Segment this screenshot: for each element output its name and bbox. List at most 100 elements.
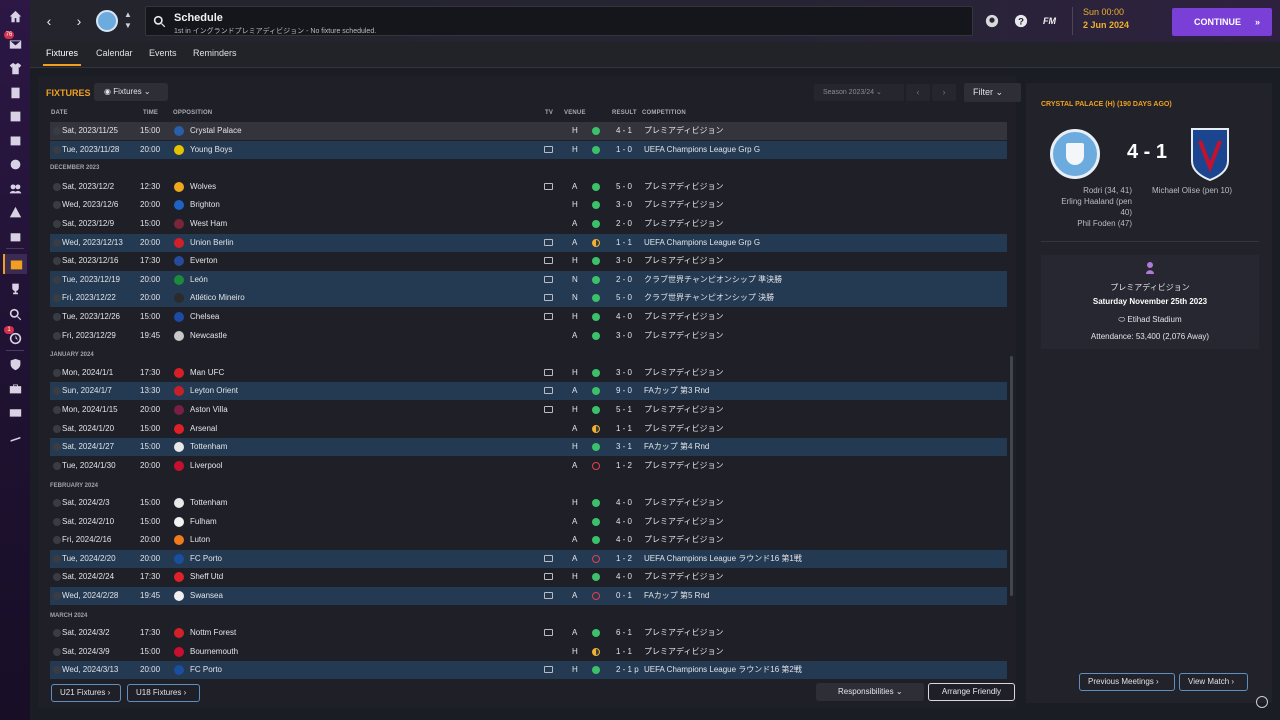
table-row[interactable]: Sat, 2023/12/16 17:30 Everton H 3 - 0 プレミアディビ… bbox=[50, 252, 1007, 270]
fixture-opponent[interactable]: West Ham bbox=[190, 215, 227, 233]
help-icon[interactable]: ? bbox=[1014, 14, 1028, 28]
col-venue[interactable]: VENUE bbox=[564, 110, 586, 116]
fixture-opponent[interactable]: Newcastle bbox=[190, 327, 227, 345]
arrange-friendly-button[interactable]: Arrange Friendly bbox=[928, 683, 1015, 701]
table-row[interactable]: Tue, 2024/1/30 20:00 Liverpool A 1 - 2 プレミアディ… bbox=[50, 457, 1007, 475]
col-time[interactable]: TIME bbox=[143, 110, 158, 116]
fixture-opponent[interactable]: FC Porto bbox=[190, 550, 222, 568]
fixture-competition[interactable]: プレミアディビジョン bbox=[644, 364, 723, 382]
fixture-competition[interactable]: プレミアディビジョン bbox=[644, 531, 723, 549]
fixture-opponent[interactable]: Young Boys bbox=[190, 141, 232, 159]
inbox-icon[interactable] bbox=[7, 36, 23, 52]
col-date[interactable]: DATE bbox=[51, 110, 68, 116]
match-summary-title[interactable]: CRYSTAL PALACE (H) (190 DAYS AGO) bbox=[1041, 101, 1172, 108]
club-info-shield-icon[interactable] bbox=[7, 356, 23, 372]
u21-fixtures-button[interactable]: U21 Fixtures › bbox=[51, 684, 121, 702]
fixture-competition[interactable]: プレミアディビジョン bbox=[644, 327, 723, 345]
staff-icon[interactable] bbox=[7, 132, 23, 148]
fm-logo[interactable]: FM bbox=[1043, 16, 1056, 26]
fixture-competition[interactable]: プレミアディビジョン bbox=[644, 624, 723, 642]
transfers-icon[interactable] bbox=[7, 204, 23, 220]
table-row[interactable]: Fri, 2023/12/29 19:45 Newcastle A 3 - 0 プレミアデ… bbox=[50, 327, 1007, 345]
table-row[interactable]: Sat, 2023/12/9 15:00 West Ham A 2 - 0 プレミアディビ… bbox=[50, 215, 1007, 233]
table-row[interactable]: Wed, 2023/12/13 20:00 Union Berlin A 1 - 1 UE… bbox=[50, 233, 1007, 252]
fixture-opponent[interactable]: Tottenham bbox=[190, 438, 227, 456]
fixture-competition[interactable]: プレミアディビジョン bbox=[644, 196, 723, 214]
fixture-competition[interactable]: プレミアディビジョン bbox=[644, 568, 723, 586]
fixture-opponent[interactable]: Luton bbox=[190, 531, 210, 549]
table-row[interactable]: Sun, 2024/1/7 13:30 Leyton Orient A 9 - 0 FAカ… bbox=[50, 382, 1007, 401]
u18-fixtures-button[interactable]: U18 Fixtures › bbox=[127, 684, 200, 702]
fixture-competition[interactable]: プレミアディビジョン bbox=[644, 401, 723, 419]
competitions-trophy-icon[interactable] bbox=[7, 280, 23, 296]
table-row[interactable]: Tue, 2023/12/19 20:00 León N 2 - 0 クラブ世界チャンピオ… bbox=[50, 270, 1007, 289]
table-row[interactable]: Sat, 2024/2/10 15:00 Fulham A 4 - 0 プレミアディビジョ… bbox=[50, 513, 1007, 531]
club-crest-button[interactable] bbox=[96, 10, 118, 32]
fixture-competition[interactable]: プレミアディビジョン bbox=[644, 457, 723, 475]
fixture-competition[interactable]: プレミアディビジョン bbox=[644, 215, 723, 233]
fixture-opponent[interactable]: Crystal Palace bbox=[190, 122, 242, 140]
fixture-opponent[interactable]: Wolves bbox=[190, 178, 216, 196]
table-row[interactable]: Sat, 2024/2/3 15:00 Tottenham H 4 - 0 プレミアディビ… bbox=[50, 494, 1007, 512]
table-row[interactable]: Fri, 2024/2/16 20:00 Luton A 4 - 0 プレミアディビジョン bbox=[50, 531, 1007, 549]
fixture-competition[interactable]: UEFA Champions League ラウンド16 第1戦 bbox=[644, 550, 802, 568]
fixture-competition[interactable]: プレミアディビジョン bbox=[644, 494, 723, 512]
fixture-competition[interactable]: クラブ世界チャンピオンシップ 準決勝 bbox=[644, 271, 782, 289]
match-competition[interactable]: プレミアディビジョン bbox=[1041, 282, 1259, 293]
fixture-opponent[interactable]: León bbox=[190, 271, 208, 289]
table-row[interactable]: Fri, 2023/12/22 20:00 Atlético Mineiro N 5 -… bbox=[50, 289, 1007, 308]
table-row[interactable]: Sat, 2024/1/27 15:00 Tottenham H 3 - 1 FAカップ … bbox=[50, 438, 1007, 457]
fixture-opponent[interactable]: Atlético Mineiro bbox=[190, 289, 245, 307]
fixture-competition[interactable]: プレミアディビジョン bbox=[644, 308, 723, 326]
col-result[interactable]: RESULT bbox=[612, 110, 637, 116]
fixture-opponent[interactable]: Leyton Orient bbox=[190, 382, 238, 400]
fixture-opponent[interactable]: Aston Villa bbox=[190, 401, 228, 419]
table-row[interactable]: Wed, 2023/12/6 20:00 Brighton H 3 - 0 プレミアディビ… bbox=[50, 196, 1007, 214]
tab-reminders[interactable]: Reminders bbox=[193, 48, 237, 58]
fixture-competition[interactable]: プレミアディビジョン bbox=[644, 643, 723, 661]
training-ball-icon[interactable] bbox=[7, 156, 23, 172]
away-crest-icon[interactable] bbox=[1188, 127, 1232, 181]
settings-icon[interactable] bbox=[1256, 696, 1268, 708]
tab-calendar[interactable]: Calendar bbox=[96, 48, 133, 58]
manager-icon[interactable] bbox=[985, 14, 999, 28]
forward-button[interactable]: › bbox=[72, 13, 86, 29]
fixture-competition[interactable]: プレミアディビジョン bbox=[644, 513, 723, 531]
fixture-competition[interactable]: UEFA Champions League Grp G bbox=[644, 234, 760, 252]
search-box[interactable]: Schedule 1st in イングランドプレミアディビジョン - No fi… bbox=[145, 6, 973, 36]
fixture-opponent[interactable]: Brighton bbox=[190, 196, 220, 214]
fixture-competition[interactable]: UEFA Champions League Grp G bbox=[644, 141, 760, 159]
squad-shirt-icon[interactable] bbox=[7, 60, 23, 76]
fixture-opponent[interactable]: Union Berlin bbox=[190, 234, 234, 252]
table-row[interactable]: Sat, 2024/3/9 15:00 Bournemouth H 1 - 1 プレミアデ… bbox=[50, 643, 1007, 661]
responsibilities-button[interactable]: Responsibilities ⌄ bbox=[816, 683, 924, 701]
fixture-opponent[interactable]: Chelsea bbox=[190, 308, 219, 326]
fixture-opponent[interactable]: FC Porto bbox=[190, 661, 222, 679]
fixture-opponent[interactable]: Bournemouth bbox=[190, 643, 238, 661]
fixture-opponent[interactable]: Arsenal bbox=[190, 420, 217, 438]
season-prev-button[interactable]: ‹ bbox=[906, 84, 930, 101]
fixture-competition[interactable]: クラブ世界チャンピオンシップ 決勝 bbox=[644, 289, 774, 307]
home-crest-icon[interactable] bbox=[1050, 129, 1100, 179]
fixture-competition[interactable]: プレミアディビジョン bbox=[644, 420, 723, 438]
fixture-competition[interactable]: FAカップ 第3 Rnd bbox=[644, 382, 709, 400]
fixture-opponent[interactable]: Swansea bbox=[190, 587, 223, 605]
season-dropdown[interactable]: Season 2023/24 ⌄ bbox=[814, 84, 904, 101]
tab-fixtures[interactable]: Fixtures bbox=[42, 48, 82, 66]
continue-button[interactable]: CONTINUE » bbox=[1172, 8, 1272, 36]
table-row[interactable]: Mon, 2024/1/15 20:00 Aston Villa H 5 - 1 プレミア… bbox=[50, 401, 1007, 419]
home-icon[interactable] bbox=[7, 8, 23, 24]
scouting-icon[interactable] bbox=[7, 180, 23, 196]
view-dropdown[interactable]: ◉ Fixtures ⌄ bbox=[94, 83, 168, 101]
fixture-competition[interactable]: FAカップ 第4 Rnd bbox=[644, 438, 709, 456]
schedule-calendar-icon[interactable] bbox=[3, 254, 27, 274]
col-tv[interactable]: TV bbox=[545, 110, 553, 116]
table-row[interactable]: Tue, 2023/12/26 15:00 Chelsea H 4 - 0 プレミアディビ… bbox=[50, 308, 1007, 326]
fixture-opponent[interactable]: Nottm Forest bbox=[190, 624, 236, 642]
medical-icon[interactable] bbox=[7, 228, 23, 244]
development-icon[interactable] bbox=[7, 330, 23, 346]
search-icon[interactable] bbox=[7, 306, 23, 322]
fixture-competition[interactable]: FAカップ 第5 Rnd bbox=[644, 587, 709, 605]
table-row[interactable]: Sat, 2023/12/2 12:30 Wolves A 5 - 0 プレミアディビジョ… bbox=[50, 178, 1007, 196]
fixture-competition[interactable]: プレミアディビジョン bbox=[644, 122, 723, 140]
